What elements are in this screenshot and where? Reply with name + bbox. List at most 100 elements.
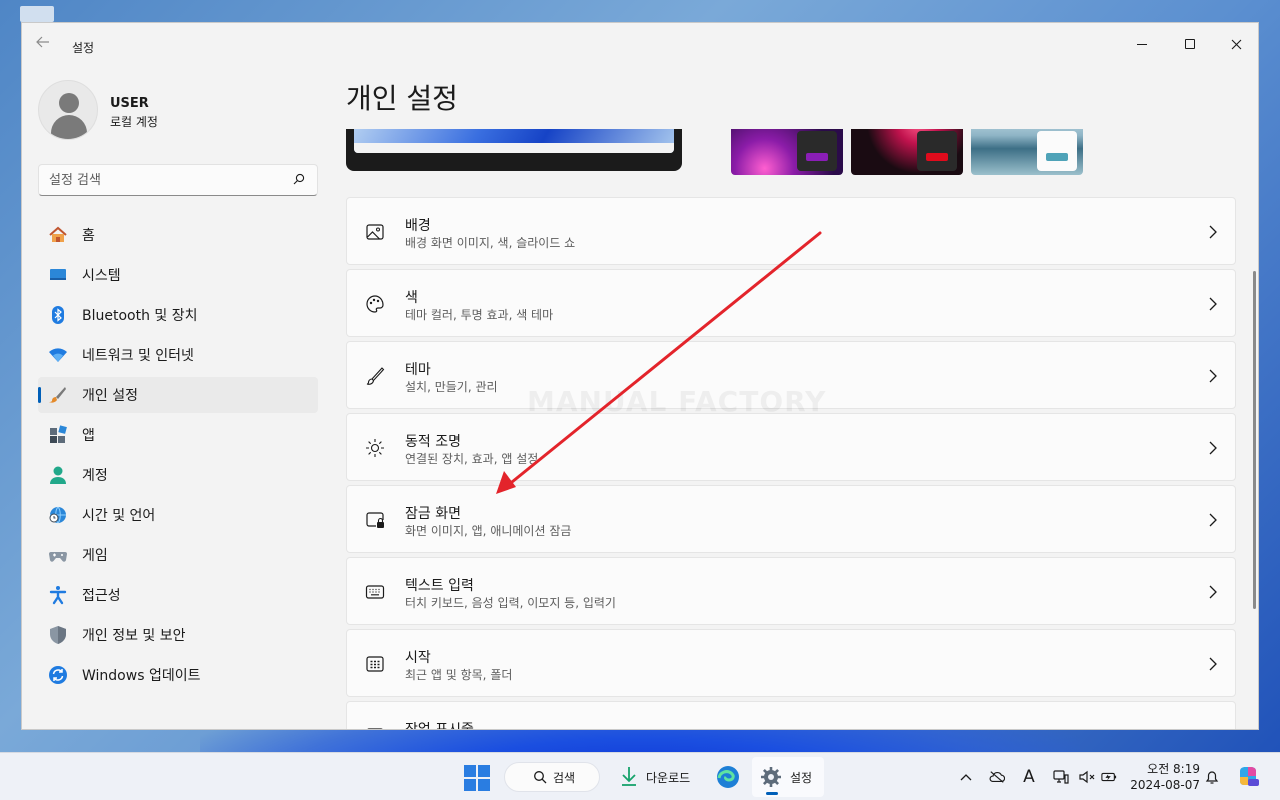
close-button[interactable] (1213, 29, 1258, 59)
battery-icon[interactable] (1101, 769, 1117, 785)
sidebar-item-label: 접근성 (82, 588, 121, 604)
app-title: 설정 (72, 41, 95, 55)
sidebar-item-privacy[interactable]: 개인 정보 및 보안 (38, 617, 318, 653)
card-title: 작업 표시줄 (405, 722, 474, 730)
volume-muted-icon[interactable] (1079, 769, 1095, 785)
sidebar-item-network[interactable]: 네트워크 및 인터넷 (38, 337, 318, 373)
ime-indicator[interactable]: A (1021, 767, 1037, 787)
update-icon (48, 665, 68, 685)
lock-screen-icon (366, 512, 384, 528)
taskbar-downloads[interactable]: 다운로드 (612, 757, 708, 797)
sidebar-item-label: 계정 (82, 468, 108, 484)
notification-bell-icon[interactable] (1204, 769, 1220, 785)
avatar[interactable] (38, 80, 98, 140)
scrollbar[interactable] (1253, 271, 1256, 609)
card-subtitle: 배경 화면 이미지, 색, 슬라이드 쇼 (405, 236, 576, 250)
search-icon (534, 771, 547, 784)
copilot-icon[interactable] (1236, 765, 1260, 789)
sidebar-item-label: 시스템 (82, 268, 121, 284)
theme-thumbnail[interactable] (971, 129, 1083, 175)
settings-search[interactable] (38, 164, 318, 196)
user-name: USER (110, 96, 149, 111)
desktop-icon[interactable] (20, 6, 54, 22)
taskbar-downloads-label: 다운로드 (646, 770, 691, 785)
shield-icon (48, 625, 68, 645)
sidebar-item-windows-update[interactable]: Windows 업데이트 (38, 657, 318, 693)
taskbar-search[interactable]: 검색 (504, 762, 600, 792)
sidebar-item-system[interactable]: 시스템 (38, 257, 318, 293)
chevron-right-icon (1209, 513, 1217, 527)
card-lock-screen[interactable]: 잠금 화면 화면 이미지, 앱, 애니메이션 잠금 (346, 485, 1236, 553)
main-content: 배경 배경 화면 이미지, 색, 슬라이드 쇼 색 테마 컬러, 투명 효과, … (346, 129, 1236, 730)
theme-preview (346, 129, 682, 171)
card-title: 잠금 화면 (405, 506, 461, 522)
search-icon (293, 173, 305, 185)
card-start[interactable]: 시작 최근 앱 및 항목, 폴더 (346, 629, 1236, 697)
sidebar-nav: 홈 시스템 Bluetooth 및 장치 네트워크 및 인터넷 개인 설정 앱 … (38, 217, 318, 697)
sidebar-item-personalization[interactable]: 개인 설정 (38, 377, 318, 413)
taskbar-icon (367, 728, 383, 729)
lighting-icon (366, 439, 384, 457)
wifi-icon (48, 345, 68, 365)
watermark: MANUAL FACTORY (527, 385, 827, 418)
sidebar-item-label: 시간 및 언어 (82, 508, 156, 524)
maximize-button[interactable] (1167, 29, 1213, 59)
clock-date: 2024-08-07 (1130, 778, 1200, 792)
cloud-offline-icon[interactable] (989, 769, 1005, 785)
card-subtitle: 연결된 장치, 효과, 앱 설정 (405, 452, 539, 466)
home-icon (48, 225, 68, 245)
taskbar: 검색 다운로드 설정 A 오전 8:19 2024-08-07 (0, 752, 1280, 800)
chevron-right-icon (1209, 369, 1217, 383)
start-button[interactable] (464, 765, 490, 791)
palette-icon (366, 295, 384, 313)
account-type: 로컬 계정 (110, 115, 158, 129)
gear-icon (761, 767, 781, 787)
search-input[interactable] (39, 165, 279, 195)
tray-overflow-chevron-icon[interactable] (958, 769, 974, 785)
sidebar-item-bluetooth[interactable]: Bluetooth 및 장치 (38, 297, 318, 333)
taskbar-edge[interactable] (712, 757, 744, 797)
sidebar-item-apps[interactable]: 앱 (38, 417, 318, 453)
card-subtitle: 테마 컬러, 투명 효과, 색 테마 (405, 308, 554, 322)
card-background[interactable]: 배경 배경 화면 이미지, 색, 슬라이드 쇼 (346, 197, 1236, 265)
minimize-icon (1137, 43, 1147, 45)
card-text-input[interactable]: 텍스트 입력 터치 키보드, 음성 입력, 이모지 등, 입력기 (346, 557, 1236, 625)
card-title: 동적 조명 (405, 434, 461, 450)
system-icon (48, 265, 68, 285)
image-icon (366, 224, 384, 240)
sidebar-item-label: Bluetooth 및 장치 (82, 308, 198, 324)
network-icon[interactable] (1053, 769, 1069, 785)
page-title: 개인 설정 (346, 82, 458, 115)
sidebar-item-accounts[interactable]: 계정 (38, 457, 318, 493)
card-title: 텍스트 입력 (405, 578, 474, 594)
sidebar-item-label: Windows 업데이트 (82, 668, 201, 684)
sidebar-item-time-language[interactable]: 시간 및 언어 (38, 497, 318, 533)
close-icon (1231, 39, 1241, 49)
title-bar: 설정 (22, 23, 1258, 63)
taskbar-clock[interactable]: 오전 8:19 2024-08-07 (1130, 761, 1200, 793)
settings-window: 설정 USER 로컬 계정 홈 시스템 B (21, 22, 1259, 730)
theme-thumbnail[interactable] (851, 129, 963, 175)
minimize-button[interactable] (1119, 29, 1165, 59)
keyboard-icon (365, 585, 385, 599)
sidebar-item-accessibility[interactable]: 접근성 (38, 577, 318, 613)
chevron-right-icon (1209, 225, 1217, 239)
taskbar-settings-label: 설정 (790, 770, 813, 785)
taskbar-settings[interactable]: 설정 (752, 757, 824, 797)
card-taskbar[interactable]: 작업 표시줄 (346, 701, 1236, 730)
theme-thumbnail[interactable] (731, 129, 843, 175)
card-colors[interactable]: 색 테마 컬러, 투명 효과, 색 테마 (346, 269, 1236, 337)
card-subtitle: 최근 앱 및 항목, 폴더 (405, 668, 513, 682)
card-dynamic-lighting[interactable]: 동적 조명 연결된 장치, 효과, 앱 설정 (346, 413, 1236, 481)
back-arrow-icon[interactable] (36, 35, 56, 51)
chevron-right-icon (1209, 729, 1217, 730)
globe-clock-icon (48, 505, 68, 525)
edge-icon (717, 766, 739, 788)
bluetooth-icon (48, 305, 68, 325)
brush-icon (366, 367, 385, 385)
sidebar-item-label: 개인 설정 (82, 388, 138, 404)
sidebar-item-home[interactable]: 홈 (38, 217, 318, 253)
accessibility-icon (48, 585, 68, 605)
sidebar-item-gaming[interactable]: 게임 (38, 537, 318, 573)
card-title: 시작 (405, 650, 431, 666)
